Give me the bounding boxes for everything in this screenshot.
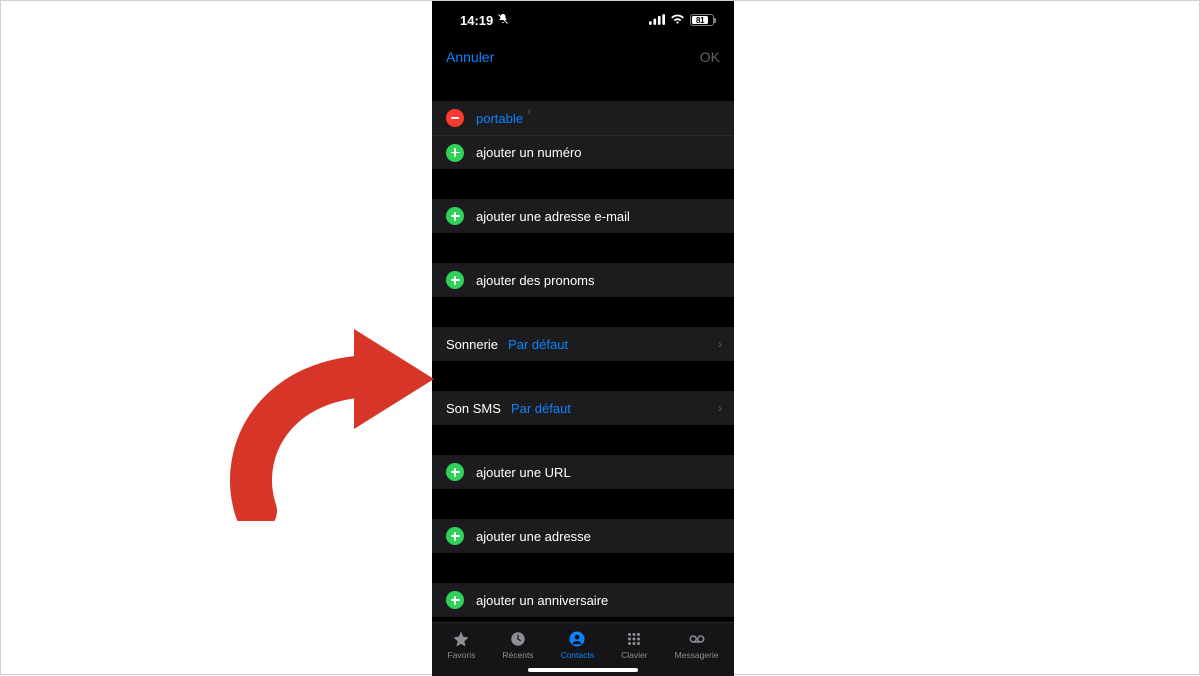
annotation-arrow-icon xyxy=(226,321,436,521)
plus-icon[interactable] xyxy=(446,591,464,609)
tab-label: Contacts xyxy=(561,650,595,660)
wifi-icon xyxy=(670,13,685,28)
ok-button[interactable]: OK xyxy=(700,49,720,65)
nav-bar: Annuler OK xyxy=(432,39,734,75)
add-url-row[interactable]: ajouter une URL xyxy=(432,455,734,489)
person-icon xyxy=(567,630,587,648)
add-url-label: ajouter une URL xyxy=(476,465,571,480)
chevron-right-icon: › xyxy=(718,401,722,415)
contact-edit-form[interactable]: portable › ajouter un numéro ajouter une… xyxy=(432,75,734,622)
keypad-icon xyxy=(624,630,644,648)
add-phone-label: ajouter un numéro xyxy=(476,145,582,160)
chevron-right-icon: › xyxy=(527,106,531,118)
battery-icon: 81 xyxy=(690,14,714,26)
add-birthday-row[interactable]: ajouter un anniversaire xyxy=(432,583,734,617)
tab-favorites[interactable]: Favoris xyxy=(448,630,476,660)
ringtone-row[interactable]: Sonnerie Par défaut › xyxy=(432,327,734,361)
add-email-row[interactable]: ajouter une adresse e-mail xyxy=(432,199,734,233)
star-icon xyxy=(451,630,471,648)
text-tone-row[interactable]: Son SMS Par défaut › xyxy=(432,391,734,425)
add-email-label: ajouter une adresse e-mail xyxy=(476,209,630,224)
ringtone-label: Sonnerie xyxy=(446,337,498,352)
status-time: 14:19 xyxy=(460,13,493,28)
tab-label: Récents xyxy=(502,650,533,660)
add-address-row[interactable]: ajouter une adresse xyxy=(432,519,734,553)
add-phone-row[interactable]: ajouter un numéro xyxy=(432,135,734,169)
bell-slash-icon xyxy=(497,13,509,28)
tab-voicemail[interactable]: Messagerie xyxy=(675,630,719,660)
add-pronouns-label: ajouter des pronoms xyxy=(476,273,595,288)
plus-icon[interactable] xyxy=(446,527,464,545)
phone-type-row[interactable]: portable › xyxy=(432,101,734,135)
home-indicator xyxy=(528,668,638,672)
phone-type-label[interactable]: portable xyxy=(476,111,523,126)
add-address-label: ajouter une adresse xyxy=(476,529,591,544)
tab-keypad[interactable]: Clavier xyxy=(621,630,647,660)
plus-icon[interactable] xyxy=(446,271,464,289)
add-birthday-label: ajouter un anniversaire xyxy=(476,593,608,608)
text-tone-label: Son SMS xyxy=(446,401,501,416)
phone-screenshot: 14:19 81 Annuler OK portable › xyxy=(432,1,734,676)
clock-icon xyxy=(508,630,528,648)
signal-icon xyxy=(649,13,665,28)
plus-icon[interactable] xyxy=(446,144,464,162)
tab-label: Messagerie xyxy=(675,650,719,660)
add-pronouns-row[interactable]: ajouter des pronoms xyxy=(432,263,734,297)
chevron-right-icon: › xyxy=(718,337,722,351)
status-bar: 14:19 81 xyxy=(432,1,734,39)
tab-recents[interactable]: Récents xyxy=(502,630,533,660)
delete-icon[interactable] xyxy=(446,109,464,127)
tab-label: Clavier xyxy=(621,650,647,660)
tab-contacts[interactable]: Contacts xyxy=(561,630,595,660)
cancel-button[interactable]: Annuler xyxy=(446,49,494,65)
voicemail-icon xyxy=(687,630,707,648)
text-tone-value: Par défaut xyxy=(511,401,571,416)
battery-pct: 81 xyxy=(692,16,708,24)
ringtone-value: Par défaut xyxy=(508,337,568,352)
tab-label: Favoris xyxy=(448,650,476,660)
plus-icon[interactable] xyxy=(446,463,464,481)
plus-icon[interactable] xyxy=(446,207,464,225)
